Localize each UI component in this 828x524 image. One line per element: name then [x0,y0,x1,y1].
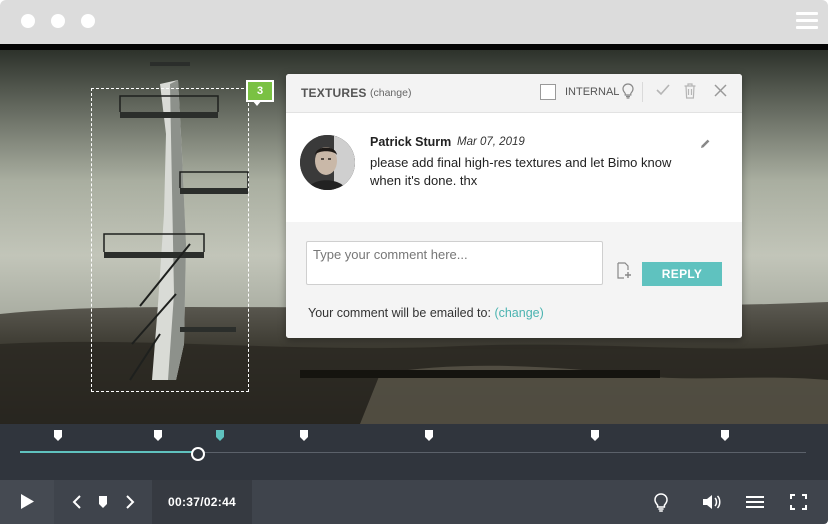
window-titlebar [0,0,828,44]
comment-marker[interactable] [300,430,308,441]
timeline[interactable] [0,424,828,480]
comment-marker[interactable] [721,430,729,441]
reply-area: REPLY Your comment will be emailed to: (… [286,222,742,338]
check-icon[interactable] [656,84,670,96]
email-notice: Your comment will be emailed to: (change… [308,306,544,320]
change-title-link[interactable]: (change) [370,87,411,99]
hamburger-icon[interactable] [796,12,818,30]
comment-author[interactable]: Patrick Sturm [370,135,451,149]
change-recipients-link[interactable]: (change) [494,306,543,320]
comment-marker[interactable] [54,430,62,441]
window-control-dot[interactable] [21,14,35,28]
next-icon[interactable] [126,495,135,509]
comment-body: please add final high-res textures and l… [370,154,710,190]
trash-icon[interactable] [684,83,696,99]
prev-icon[interactable] [72,495,81,509]
marker-icon[interactable] [99,496,107,508]
window-control-dot[interactable] [81,14,95,28]
comment-line: when it's done. thx [370,173,478,188]
fullscreen-icon[interactable] [790,494,807,510]
time-display: 00:37/02:44 [168,495,237,509]
comment-panel: TEXTURES (change) INTERNAL Patrick Sturm [286,74,742,338]
avatar [300,135,355,190]
internal-label: INTERNAL [565,86,620,98]
attach-file-icon[interactable] [616,262,632,280]
timeline-progress [20,451,197,453]
play-icon[interactable] [21,494,34,509]
comment-line: please add final high-res textures and l… [370,155,672,170]
pencil-icon[interactable] [700,138,711,149]
lightbulb-icon[interactable] [654,493,668,512]
annotation-pin[interactable]: 3 [246,80,274,102]
reply-button[interactable]: REPLY [642,262,722,286]
play-button[interactable] [0,480,54,524]
comment-marker[interactable] [591,430,599,441]
internal-checkbox[interactable] [540,84,556,100]
lightbulb-icon[interactable] [622,83,634,99]
comment-input[interactable] [306,241,603,285]
window-control-dot[interactable] [51,14,65,28]
comment-marker[interactable] [154,430,162,441]
annotation-pin-pointer [252,100,262,106]
player-controls: 00:37/02:44 [0,480,828,524]
list-icon[interactable] [746,496,764,508]
volume-icon[interactable] [703,494,721,510]
annotation-selection-box[interactable] [91,88,249,392]
comment-panel-header: TEXTURES (change) INTERNAL [286,74,742,113]
playhead-handle[interactable] [191,447,205,461]
close-icon[interactable] [714,84,727,97]
comment-marker-active[interactable] [216,430,224,441]
comment-date: Mar 07, 2019 [457,136,525,148]
comment-marker[interactable] [425,430,433,441]
panel-title: TEXTURES [301,86,367,100]
email-notice-text: Your comment will be emailed to: [308,306,495,320]
